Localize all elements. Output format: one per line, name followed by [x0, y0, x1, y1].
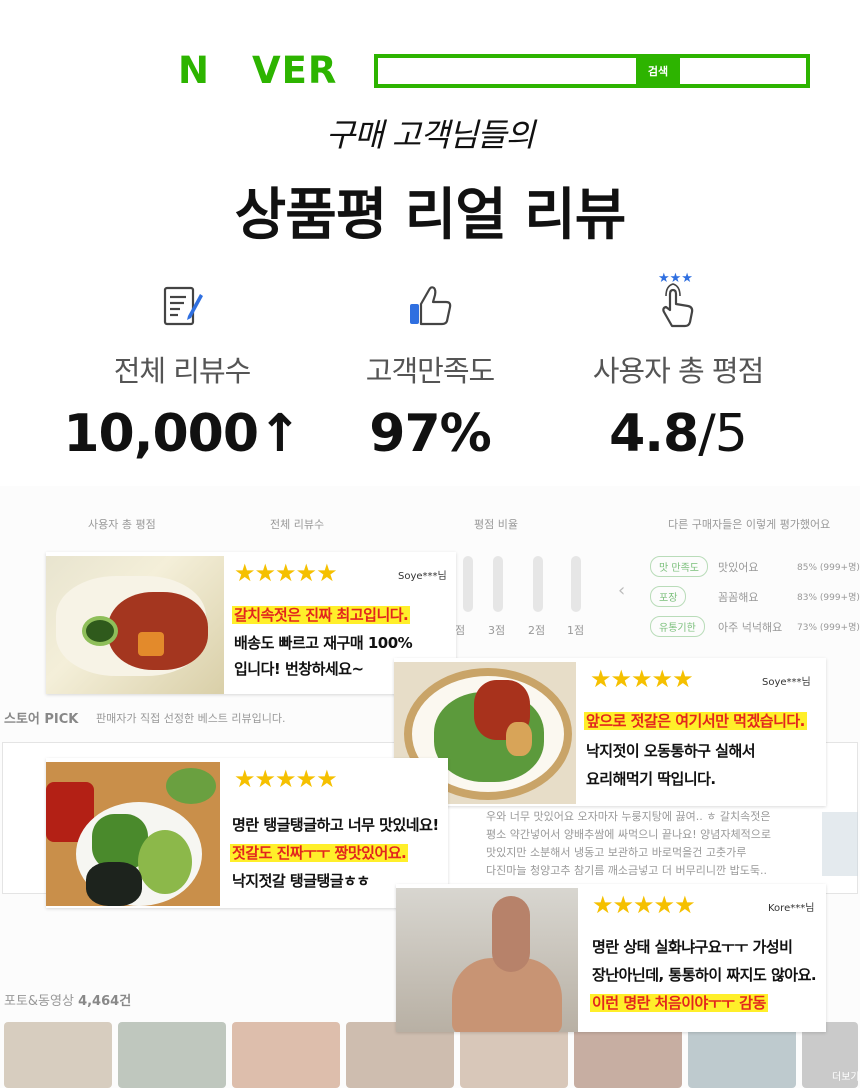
rating-bar: [493, 556, 503, 612]
thumbs-up-icon: [410, 286, 452, 326]
review-line: 젓갈도 진짜ㅜㅜ 짱맛있어요.: [230, 844, 409, 862]
page-title: 상품평 리얼 리뷰: [234, 183, 627, 248]
review-line: 앞으로 젓갈은 여기서만 먹겠습니다.: [584, 712, 807, 730]
review-text-line: 다진마늘 청양고추 참기름 깨소금넣고 더 버무리니깐 밥도둑..: [486, 864, 767, 877]
review-photo: [396, 888, 578, 1032]
star-rating: ★★★★★: [234, 559, 338, 587]
subtitle: 구매 고객님들의: [325, 116, 535, 154]
review-text-line: 우와 너무 맛있어요 오자마자 누룽지탕에 끓여.. ㅎ 갈치속젓은: [486, 810, 771, 823]
review-line: 배송도 빠르고 재구매 100%: [234, 634, 413, 652]
stat-value: 4.8/5: [609, 404, 748, 464]
more-link[interactable]: 더보기: [832, 1068, 860, 1083]
chevron-left-icon[interactable]: ‹: [618, 580, 625, 601]
stat-total-reviews: 전체 리뷰수 10,000↑: [42, 270, 322, 464]
review-card: ★★★★★ Soye***님 앞으로 젓갈은 여기서만 먹겠습니다. 낙지젓이 …: [394, 658, 826, 806]
review-line: 요리해먹기 딱입니다.: [586, 770, 716, 788]
star-rating: ★★★★★: [234, 765, 338, 793]
review-photo: [46, 762, 220, 906]
rating-label: 2점: [528, 624, 546, 637]
review-line: 장난아닌데, 통통하이 짜지도 않아요.: [592, 966, 817, 984]
search-button[interactable]: 검색: [636, 54, 680, 88]
review-document-icon: [163, 286, 203, 326]
feedback-pct: 73% (999+명): [797, 623, 860, 633]
rating-bar: [463, 556, 473, 612]
feedback-text: 꼼꼼해요: [718, 591, 759, 604]
rating-label: 3점: [488, 624, 506, 637]
bg-header-others: 다른 구매자들은 이렇게 평가했어요: [668, 518, 831, 531]
feedback-pct: 85% (999+명): [797, 563, 860, 573]
rating-bar: [571, 556, 581, 612]
search-input[interactable]: [374, 54, 810, 88]
star-hand-icon: ★★★: [658, 271, 694, 328]
photo-thumbnail[interactable]: [4, 1022, 112, 1088]
feedback-pct: 83% (999+명): [797, 593, 860, 603]
feedback-text: 아주 넉넉해요: [718, 621, 783, 634]
rating-label: 1점: [567, 624, 585, 637]
bg-header-ratio: 평점 비율: [474, 518, 518, 531]
review-thumbnail[interactable]: [822, 812, 858, 876]
feedback-text: 맛있어요: [718, 561, 759, 574]
photo-thumbnail[interactable]: [118, 1022, 226, 1088]
review-line: 낙지젓갈 탱글탱글ㅎㅎ: [232, 872, 370, 890]
star-rating: ★★★★★: [592, 891, 696, 919]
review-text-line: 맛있지만 소분해서 냉동고 보관하고 바로먹을건 고춧가루: [486, 846, 747, 859]
feedback-tag: 맛 만족도: [650, 556, 708, 577]
stat-label: 사용자 총 평점: [592, 354, 765, 388]
reviewer-name: Soye***님: [762, 677, 811, 688]
stat-satisfaction: 고객만족도 97%: [290, 270, 570, 464]
star-rating: ★★★★★: [590, 665, 694, 693]
review-photo: [46, 556, 224, 694]
search-bar: N VER 검색: [178, 49, 810, 92]
feedback-tag: 유통기한: [650, 616, 705, 637]
stat-value: 97%: [369, 404, 491, 464]
reviewer-name: Kore***님: [768, 903, 815, 914]
review-line: 명란 상태 실화냐구요ㅜㅜ 가성비: [592, 938, 793, 956]
stat-value: 10,000↑: [63, 404, 301, 464]
review-card: ★★★★★ 명란 탱글탱글하고 너무 맛있네요! 젓갈도 진짜ㅜㅜ 짱맛있어요.…: [46, 758, 448, 908]
review-line: 명란 탱글탱글하고 너무 맛있네요!: [232, 816, 439, 834]
bg-header-total: 전체 리뷰수: [270, 518, 325, 531]
store-pick-desc: 판매자가 직접 선정한 베스트 리뷰입니다.: [96, 712, 286, 725]
photo-thumbnail[interactable]: [232, 1022, 340, 1088]
reviewer-name: Soye***님: [398, 571, 447, 582]
store-pick-title: 스토어 PICK: [4, 712, 79, 727]
review-line: 갈치속젓은 진짜 최고입니다.: [232, 606, 411, 624]
review-line: 낙지젓이 오동통하구 실해서: [586, 742, 756, 760]
review-card: ★★★★★ Kore***님 명란 상태 실화냐구요ㅜㅜ 가성비 장난아닌데, …: [396, 884, 826, 1032]
rating-bar: [533, 556, 543, 612]
stat-rating: ★★★ 사용자 총 평점 4.8/5: [538, 270, 818, 464]
svg-text:★★★: ★★★: [658, 271, 693, 286]
stat-label: 전체 리뷰수: [113, 354, 252, 388]
review-text-line: 평소 약간넣어서 양배추쌈에 싸먹으니 끝나요! 양념자체적으로: [486, 828, 772, 841]
photo-count: 포토&동영상 4,464건: [4, 994, 132, 1009]
review-line: 이런 명란 처음이야ㅜㅜ 감동: [590, 994, 768, 1012]
feedback-tag: 포장: [650, 586, 687, 607]
logo: N VER: [178, 49, 338, 92]
review-line: 입니다! 번창하세요~: [234, 660, 364, 678]
bg-header-rating: 사용자 총 평점: [88, 518, 156, 531]
rating-label: 점: [455, 624, 466, 637]
stat-label: 고객만족도: [365, 354, 495, 388]
